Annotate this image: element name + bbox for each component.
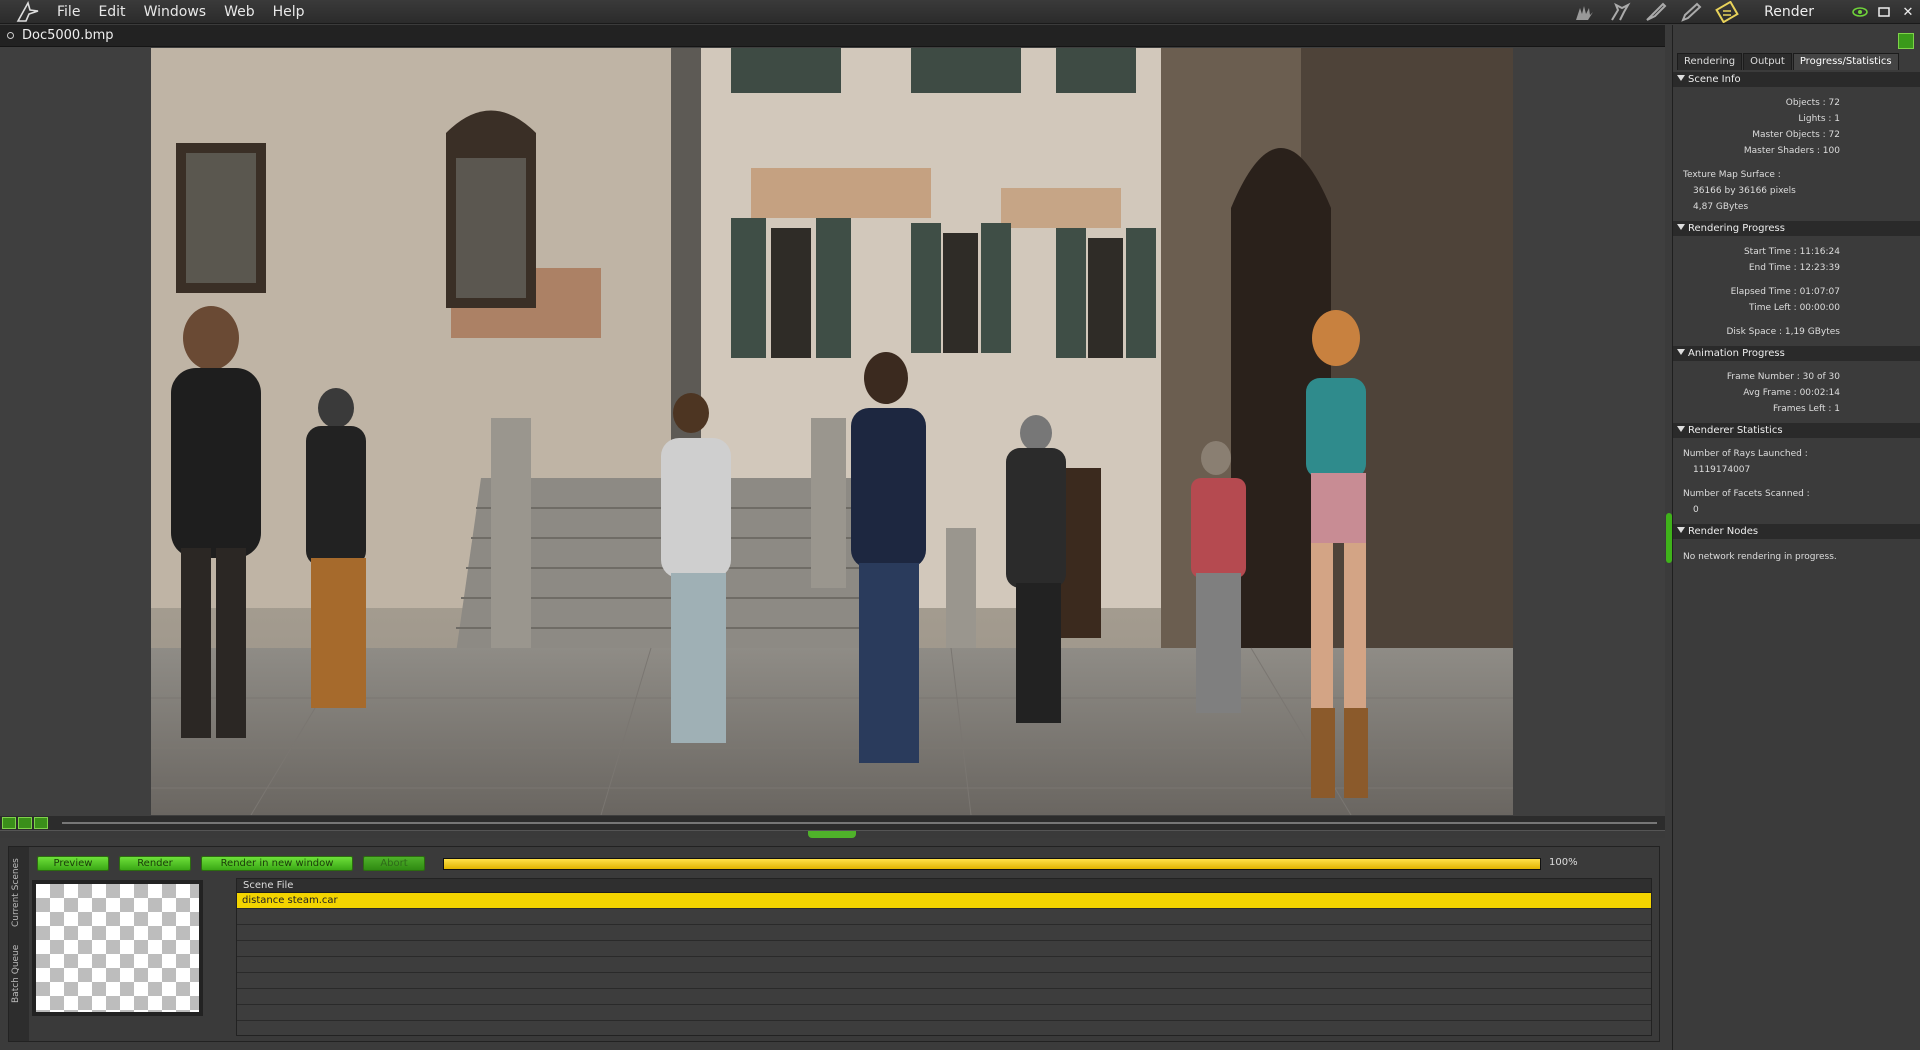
menu-help[interactable]: Help [264, 0, 314, 24]
stat-start-time: Start Time : 11:16:24 [1743, 247, 1840, 257]
scene-file-list[interactable]: Scene File distance steam.car [236, 878, 1652, 1036]
menu-edit[interactable]: Edit [89, 0, 134, 24]
table-row-empty [237, 973, 1651, 989]
stat-avg-frame: Avg Frame : 00:02:14 [1743, 388, 1840, 398]
render-progress-percent: 100% [1549, 857, 1578, 868]
tab-rendering[interactable]: Rendering [1677, 53, 1743, 70]
viewport-control-strip [0, 816, 1665, 830]
render-settings-panel: Rendering Output Progress/Statistics Sce… [1672, 25, 1920, 1050]
section-rendering-progress[interactable]: Rendering Progress [1673, 221, 1920, 236]
scene-thumbnail [32, 880, 203, 1016]
expand-triangle-icon[interactable] [1677, 426, 1685, 432]
table-row-empty [237, 989, 1651, 1005]
room-toolbar: Render ✕ [1566, 0, 1920, 24]
pencil-icon[interactable] [1677, 1, 1707, 23]
tab-current-scenes[interactable]: Current Scenes [11, 853, 27, 933]
expand-triangle-icon[interactable] [1677, 75, 1685, 81]
expand-triangle-icon[interactable] [1677, 349, 1685, 355]
panel-option-icon[interactable] [1898, 33, 1914, 49]
stat-texture-size: 36166 by 36166 pixels [1693, 186, 1796, 196]
stat-master-shaders: Master Shaders : 100 [1743, 146, 1840, 156]
app-logo-icon [16, 0, 39, 22]
table-row-empty [237, 957, 1651, 973]
maximize-icon[interactable] [1872, 0, 1896, 24]
eye-icon[interactable] [1848, 0, 1872, 24]
rendered-scene-illustration [151, 48, 1513, 815]
table-row[interactable]: distance steam.car [237, 893, 1651, 909]
timeline-slider[interactable] [62, 822, 1657, 824]
render-nodes-status: No network rendering in progress. [1683, 552, 1837, 562]
tab-batch-queue[interactable]: Batch Queue [11, 939, 27, 1009]
expand-triangle-icon[interactable] [1677, 224, 1685, 230]
frame-icon[interactable] [34, 817, 48, 829]
stat-time-left: Time Left : 00:00:00 [1749, 303, 1840, 313]
render-button[interactable]: Render [119, 855, 191, 871]
menu-web[interactable]: Web [215, 0, 264, 24]
tab-output[interactable]: Output [1743, 53, 1792, 70]
stat-lights: Lights : 1 [1798, 114, 1840, 124]
render-progress-fill [444, 859, 1540, 869]
abort-button[interactable]: Abort [363, 855, 425, 871]
scene-file-header[interactable]: Scene File [237, 879, 1651, 893]
render-progress-bar [443, 858, 1541, 870]
splitter-grip-icon[interactable] [808, 831, 856, 838]
section-renderer-statistics[interactable]: Renderer Statistics [1673, 423, 1920, 438]
queue-button-row: Preview Render Render in new window Abor… [37, 855, 435, 871]
menu-windows[interactable]: Windows [135, 0, 216, 24]
stat-texture-memory: 4,87 GBytes [1693, 202, 1749, 212]
section-render-nodes[interactable]: Render Nodes [1673, 524, 1920, 539]
table-row-empty [237, 941, 1651, 957]
preview-button[interactable]: Preview [37, 855, 109, 871]
render-new-window-button[interactable]: Render in new window [201, 855, 353, 871]
stat-facets-label: Number of Facets Scanned : [1683, 489, 1810, 499]
stat-objects: Objects : 72 [1785, 98, 1840, 108]
document-tab[interactable]: Doc5000.bmp [0, 25, 1665, 47]
stat-master-objects: Master Objects : 72 [1752, 130, 1840, 140]
stat-texture-label: Texture Map Surface : [1683, 170, 1781, 180]
table-row-empty [237, 909, 1651, 925]
panel-splitter[interactable] [0, 830, 1665, 838]
document-title: Doc5000.bmp [22, 28, 114, 43]
render-queue-panel: Current Scenes Batch Queue Preview Rende… [8, 846, 1660, 1042]
tab-progress-statistics[interactable]: Progress/Statistics [1792, 53, 1899, 70]
brush-icon[interactable] [1641, 1, 1671, 23]
stat-elapsed-time: Elapsed Time : 01:07:07 [1730, 287, 1840, 297]
transparent-thumbnail-icon [36, 884, 199, 1012]
stat-rays-label: Number of Rays Launched : [1683, 449, 1808, 459]
stat-end-time: End Time : 12:23:39 [1748, 263, 1840, 273]
play-icon[interactable] [2, 817, 16, 829]
render-viewport [0, 47, 1665, 819]
table-row-empty [237, 925, 1651, 941]
rendered-image [151, 48, 1513, 815]
menu-file[interactable]: File [48, 0, 89, 24]
render-room-icon[interactable] [1713, 1, 1743, 23]
stat-rays-value: 1119174007 [1693, 465, 1751, 475]
hand-icon[interactable] [1569, 1, 1599, 23]
render-panel-tabs: Rendering Output Progress/Statistics [1673, 53, 1920, 70]
expand-triangle-icon[interactable] [1677, 527, 1685, 533]
table-row-empty [237, 1005, 1651, 1021]
stat-frames-left: Frames Left : 1 [1772, 404, 1840, 414]
stat-facets-value: 0 [1693, 505, 1699, 515]
stop-icon[interactable] [18, 817, 32, 829]
section-scene-info[interactable]: Scene Info [1673, 72, 1920, 87]
poser-tool-icon[interactable] [1605, 1, 1635, 23]
section-animation-progress[interactable]: Animation Progress [1673, 346, 1920, 361]
stat-disk-space: Disk Space : 1,19 GBytes [1726, 327, 1840, 337]
stat-frame-number: Frame Number : 30 of 30 [1726, 372, 1840, 382]
menu-bar: File Edit Windows Web Help Render ✕ [0, 0, 1920, 24]
close-icon[interactable]: ✕ [1896, 0, 1920, 24]
queue-side-tabs: Current Scenes Batch Queue [9, 847, 29, 1041]
document-close-dot-icon[interactable] [7, 32, 14, 39]
room-label: Render [1764, 4, 1814, 20]
